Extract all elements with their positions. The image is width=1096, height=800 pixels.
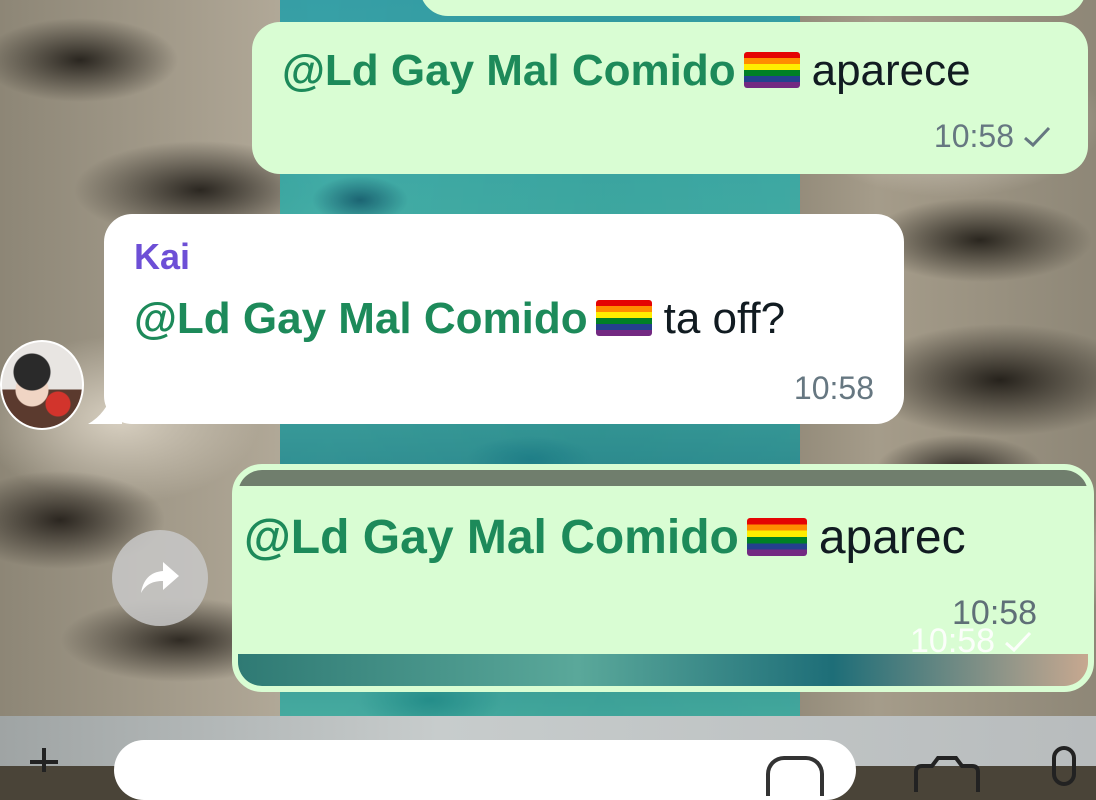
avatar[interactable] <box>0 340 84 430</box>
mention-link[interactable]: @Ld Gay Mal Comido <box>134 294 588 343</box>
rainbow-flag-icon <box>743 52 800 88</box>
wallpaper-peek-top <box>238 470 1088 486</box>
mention-link[interactable]: @Ld Gay Mal Comido <box>244 511 739 564</box>
forward-arrow-icon <box>141 562 179 593</box>
message-text: @Ld Gay Mal Comido aparece <box>282 46 971 96</box>
sender-name[interactable]: Kai <box>134 236 190 278</box>
message-body: aparec <box>818 511 966 564</box>
message-timestamp: 10:58 <box>933 118 1014 154</box>
plus-icon[interactable] <box>26 732 62 772</box>
selected-message-bubble[interactable]: @Ld Gay Mal Comido aparec 10:58 10:58 <box>232 464 1094 692</box>
incoming-message-bubble[interactable]: Kai @Ld Gay Mal Comido ta off? 10:58 <box>104 214 904 424</box>
overlay-timestamp: 10:58 <box>910 622 996 660</box>
message-text: @Ld Gay Mal Comido aparec <box>244 510 966 565</box>
message-text: @Ld Gay Mal Comido ta off? <box>134 294 785 344</box>
message-input[interactable] <box>114 740 856 800</box>
camera-icon[interactable] <box>912 752 982 792</box>
sent-check-icon <box>1005 631 1032 653</box>
message-body: ta off? <box>663 294 786 343</box>
bubble-tail <box>88 390 122 424</box>
sticker-icon[interactable] <box>766 756 824 796</box>
outgoing-message-bubble[interactable]: @Ld Gay Mal Comido aparece 10:58 <box>252 22 1088 174</box>
message-timestamp: 10:58 <box>793 370 874 406</box>
message-meta: 10:58 <box>934 118 1052 155</box>
previous-message-bubble[interactable] <box>420 0 1086 16</box>
sent-check-icon <box>1024 126 1051 148</box>
mention-link[interactable]: @Ld Gay Mal Comido <box>282 46 736 95</box>
message-body: aparece <box>811 46 971 95</box>
rainbow-flag-icon <box>746 518 807 556</box>
forward-button[interactable] <box>112 530 208 626</box>
microphone-icon[interactable] <box>1048 746 1080 786</box>
rainbow-flag-icon <box>595 300 652 336</box>
message-meta-overlay: 10:58 <box>910 622 1033 661</box>
